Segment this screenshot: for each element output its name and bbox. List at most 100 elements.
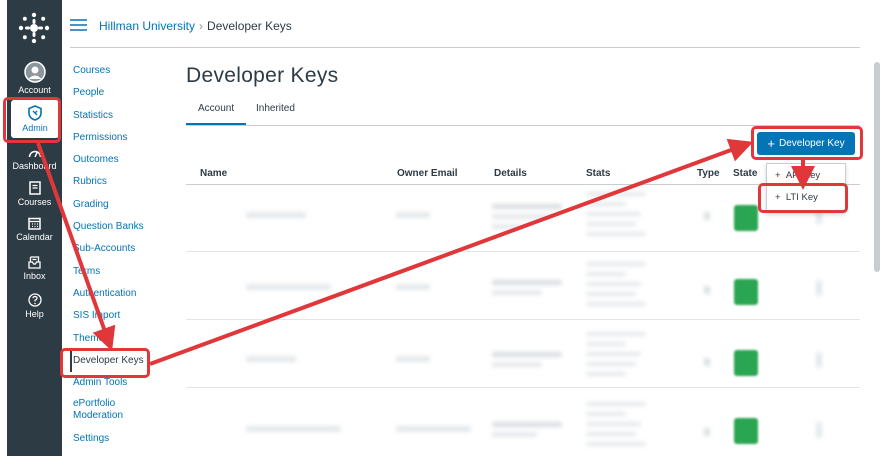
- book-icon: [28, 181, 41, 195]
- redacted-stats: [586, 222, 636, 226]
- header-divider: [70, 47, 860, 48]
- annotation-developer-keys-highlight: [60, 348, 150, 378]
- annotation-add-button-highlight: [751, 126, 863, 160]
- redacted-details: [492, 214, 552, 219]
- admin-nav-sis-import[interactable]: SIS Import: [73, 305, 158, 327]
- redacted-email: [396, 284, 430, 290]
- admin-nav: Courses People Statistics Permissions Ou…: [70, 60, 158, 451]
- help-icon: [27, 293, 42, 307]
- redacted-stats: [586, 432, 636, 436]
- redacted-stats: [586, 372, 626, 376]
- redacted-stats: [586, 282, 641, 286]
- redacted-stats: [586, 262, 646, 266]
- admin-nav-eportfolio-moderation[interactable]: ePortfolio Moderation: [73, 394, 158, 428]
- redacted-stats: [586, 352, 641, 356]
- global-nav-calendar-label: Calendar: [16, 232, 53, 242]
- redacted-name: [246, 212, 306, 218]
- global-nav-inbox-label: Inbox: [23, 271, 46, 281]
- tab-account[interactable]: Account: [186, 103, 247, 125]
- redacted-details: [492, 432, 537, 437]
- avatar-icon: [23, 61, 46, 83]
- redacted-actions: [816, 422, 822, 438]
- redacted-name: [246, 284, 331, 290]
- global-nav-dashboard[interactable]: Dashboard: [7, 146, 62, 171]
- canvas-page: Account Admin Dashboard Courses Calendar…: [0, 0, 882, 456]
- redacted-stats: [586, 292, 636, 296]
- admin-nav-permissions[interactable]: Permissions: [73, 127, 158, 149]
- admin-nav-courses[interactable]: Courses: [73, 60, 158, 82]
- column-header-state[interactable]: State: [733, 168, 757, 179]
- table-row: [186, 252, 860, 320]
- redacted-stats: [586, 412, 626, 416]
- redacted-stats: [586, 232, 646, 236]
- redacted-stats: [586, 332, 646, 336]
- global-nav-help-label: Help: [25, 309, 44, 319]
- breadcrumb-root-link[interactable]: Hillman University: [99, 19, 195, 33]
- tab-inherited[interactable]: Inherited: [256, 103, 295, 125]
- redacted-details: [492, 290, 542, 295]
- admin-nav-settings[interactable]: Settings: [73, 428, 158, 450]
- canvas-logo-icon[interactable]: [18, 12, 50, 44]
- global-nav-account-label: Account: [18, 85, 51, 95]
- breadcrumb-separator: ›: [199, 19, 204, 33]
- redacted-email: [396, 212, 430, 218]
- table-row: [186, 320, 860, 388]
- redacted-actions: [816, 352, 822, 368]
- global-nav-courses[interactable]: Courses: [7, 181, 62, 207]
- column-header-owner-email[interactable]: Owner Email: [397, 168, 458, 179]
- redacted-stats: [586, 272, 626, 276]
- redacted-type: [704, 428, 710, 436]
- global-nav-dashboard-label: Dashboard: [12, 161, 57, 171]
- state-toggle[interactable]: [734, 279, 758, 305]
- admin-nav-themes[interactable]: Themes: [73, 328, 158, 350]
- breadcrumb-current: Developer Keys: [207, 19, 292, 33]
- admin-nav-rubrics[interactable]: Rubrics: [73, 171, 158, 193]
- calendar-icon: [28, 217, 41, 230]
- menu-item-api-key[interactable]: + API Key: [775, 170, 820, 181]
- redacted-details: [492, 204, 562, 209]
- redacted-stats: [586, 212, 641, 216]
- global-nav-account[interactable]: Account: [7, 61, 62, 95]
- global-nav-calendar[interactable]: Calendar: [7, 217, 62, 242]
- redacted-name: [246, 356, 296, 362]
- redacted-stats: [586, 302, 646, 306]
- redacted-stats: [586, 202, 626, 206]
- column-header-details[interactable]: Details: [494, 168, 527, 179]
- column-header-type[interactable]: Type: [697, 168, 720, 179]
- redacted-stats: [586, 192, 646, 196]
- state-toggle[interactable]: [734, 205, 758, 231]
- admin-nav-terms[interactable]: Terms: [73, 261, 158, 283]
- admin-nav-sub-accounts[interactable]: Sub-Accounts: [73, 238, 158, 260]
- annotation-admin-highlight: [3, 97, 61, 143]
- redacted-actions: [816, 280, 822, 296]
- column-header-stats[interactable]: Stats: [586, 168, 610, 179]
- redacted-name: [246, 426, 341, 432]
- redacted-type: [704, 286, 710, 294]
- state-toggle[interactable]: [734, 350, 758, 376]
- dashboard-icon: [28, 150, 41, 158]
- redacted-stats: [586, 442, 646, 446]
- state-toggle[interactable]: [734, 418, 758, 444]
- admin-nav-question-banks[interactable]: Question Banks: [73, 216, 158, 238]
- redacted-stats: [586, 362, 636, 366]
- admin-nav-authentication[interactable]: Authentication: [73, 283, 158, 305]
- global-nav-courses-label: Courses: [17, 197, 52, 207]
- admin-nav-people[interactable]: People: [73, 82, 158, 104]
- admin-nav-grading[interactable]: Grading: [73, 194, 158, 216]
- page-title: Developer Keys: [186, 64, 339, 87]
- redacted-type: [704, 212, 710, 220]
- admin-nav-outcomes[interactable]: Outcomes: [73, 149, 158, 171]
- admin-nav-statistics[interactable]: Statistics: [73, 105, 158, 127]
- redacted-details: [492, 280, 562, 285]
- hamburger-menu-icon[interactable]: [70, 19, 87, 31]
- global-nav-help[interactable]: Help: [7, 293, 62, 319]
- redacted-details: [492, 422, 562, 427]
- breadcrumb: Hillman University › Developer Keys: [99, 19, 292, 33]
- global-nav-inbox[interactable]: Inbox: [7, 256, 62, 281]
- redacted-stats: [586, 422, 641, 426]
- table-row: [186, 388, 860, 456]
- inbox-icon: [28, 256, 41, 269]
- redacted-stats: [586, 342, 626, 346]
- column-header-name[interactable]: Name: [200, 168, 227, 179]
- scrollbar[interactable]: [874, 62, 880, 272]
